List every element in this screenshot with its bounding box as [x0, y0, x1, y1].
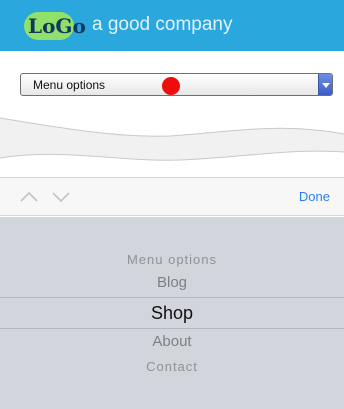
- menu-select-value: Menu options: [33, 78, 106, 92]
- site-header: LoGo a good company: [0, 0, 344, 51]
- tagline: a good company: [92, 14, 233, 35]
- chevron-up-icon[interactable]: [18, 186, 40, 208]
- picker-toolbar: Done: [0, 177, 344, 216]
- picker-option-selected[interactable]: Shop: [0, 303, 344, 324]
- picker-option[interactable]: Menu options: [0, 252, 344, 267]
- picker-wheel[interactable]: Menu options Blog Shop About Contact: [0, 217, 344, 409]
- dropdown-arrow-icon[interactable]: [318, 74, 332, 95]
- picker-option[interactable]: About: [0, 333, 344, 350]
- picker-option[interactable]: Contact: [0, 359, 344, 374]
- chevron-down-icon[interactable]: [50, 186, 72, 208]
- done-button[interactable]: Done: [299, 189, 330, 205]
- picker-option[interactable]: Blog: [0, 274, 344, 291]
- logo[interactable]: LoGo: [28, 13, 86, 39]
- torn-paper-divider: [0, 117, 344, 161]
- red-marker-dot: [162, 77, 180, 95]
